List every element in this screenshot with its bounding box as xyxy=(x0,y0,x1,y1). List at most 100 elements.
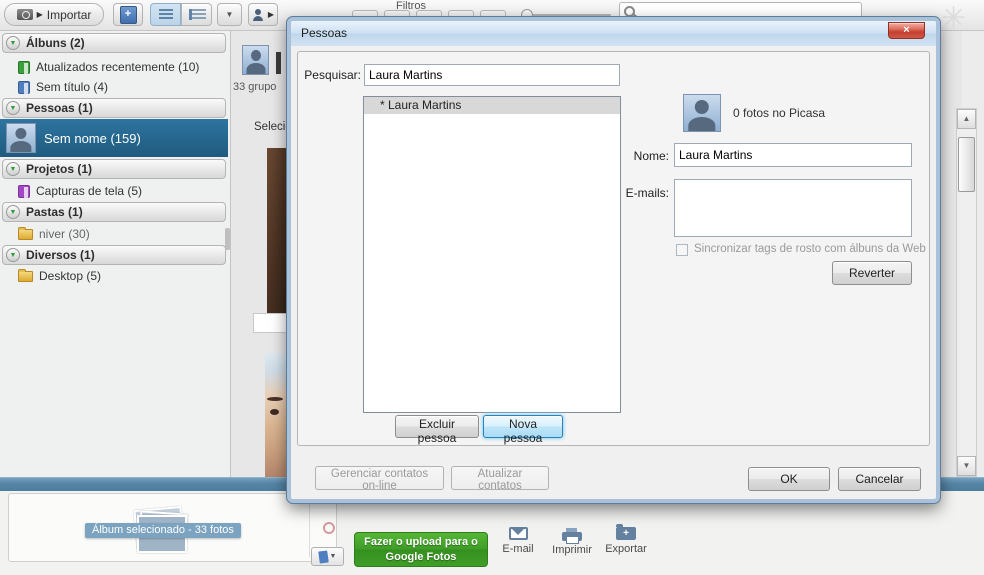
play-icon: ▶ xyxy=(36,10,43,19)
sync-checkbox-label: Sincronizar tags de rosto com álbuns da … xyxy=(694,243,926,255)
folder-icon xyxy=(18,226,33,240)
people-dialog: Pessoas × Pesquisar: * Laura Martins Exc… xyxy=(287,17,940,503)
ok-button[interactable]: OK xyxy=(748,467,830,491)
new-person-button[interactable]: Nova pessoa xyxy=(483,415,563,445)
view-tree-button[interactable] xyxy=(181,3,212,26)
person-avatar-icon xyxy=(6,123,36,153)
sidebar-header-albums[interactable]: ▼ Álbuns (2) xyxy=(2,33,226,53)
manage-contacts-button[interactable]: Gerenciar contatos on-line xyxy=(315,466,444,492)
disclosure-icon[interactable]: ▼ xyxy=(6,36,20,50)
email-label: E-mail xyxy=(502,543,534,555)
view-options-dropdown[interactable]: ▼ xyxy=(217,3,242,26)
sidebar-scrollbar-thumb[interactable] xyxy=(225,228,230,250)
revert-button[interactable]: Reverter xyxy=(832,261,912,285)
print-button[interactable]: Imprimir xyxy=(550,527,594,563)
upload-label-line2: Google Fotos xyxy=(385,550,457,563)
chevron-down-icon: ▼ xyxy=(225,10,234,19)
item-label: Desktop (5) xyxy=(39,269,102,283)
disclosure-icon[interactable]: ▼ xyxy=(6,248,20,262)
header-label: Pessoas (1) xyxy=(26,101,93,115)
delete-person-button[interactable]: Excluir pessoa xyxy=(395,415,479,445)
export-folder-icon: + xyxy=(616,524,636,540)
cancel-button[interactable]: Cancelar xyxy=(838,467,921,491)
album-icon xyxy=(317,549,329,564)
view-flat-button[interactable] xyxy=(150,3,181,26)
sidebar-item-screenshots[interactable]: Capturas de tela (5) xyxy=(2,181,226,201)
tree-list-icon xyxy=(189,9,206,20)
photo-thumbnail[interactable] xyxy=(265,353,288,477)
email-button[interactable]: E-mail xyxy=(496,527,540,563)
scrollbar-thumb[interactable] xyxy=(958,137,975,192)
sidebar-item-desktop[interactable]: Desktop (5) xyxy=(2,266,226,286)
people-list[interactable]: * Laura Martins xyxy=(363,96,621,413)
printer-icon xyxy=(562,528,582,544)
dialog-titlebar[interactable]: Pessoas × xyxy=(291,21,936,46)
person-avatar-icon xyxy=(683,94,721,132)
disclosure-icon[interactable]: ▼ xyxy=(6,162,20,176)
clear-tray-icon[interactable] xyxy=(323,522,335,534)
sync-checkbox[interactable] xyxy=(676,244,688,256)
album-icon xyxy=(18,60,30,74)
item-label: Atualizados recentemente (10) xyxy=(36,60,200,74)
album-selected-badge: Álbum selecionado - 33 fotos xyxy=(85,523,241,538)
sidebar: ▼ Álbuns (2) Atualizados recentemente (1… xyxy=(0,31,231,477)
chevron-down-icon: ▼ xyxy=(329,553,337,560)
add-to-album-button[interactable]: ▼ xyxy=(311,547,344,566)
item-label: Sem título (4) xyxy=(36,80,109,94)
dialog-title: Pessoas xyxy=(301,26,348,40)
tray-box: Álbum selecionado - 33 fotos ▼ xyxy=(8,493,344,566)
sidebar-item-untitled[interactable]: Sem título (4) xyxy=(2,77,226,97)
sidebar-item-niver[interactable]: niver (30) xyxy=(2,224,226,244)
name-label: Nome: xyxy=(633,149,669,163)
sidebar-header-projects[interactable]: ▼ Projetos (1) xyxy=(2,159,226,179)
disclosure-icon[interactable]: ▼ xyxy=(6,205,20,219)
album-icon xyxy=(18,80,30,94)
people-button[interactable]: ▶ xyxy=(248,3,278,26)
photo-thumbnail[interactable] xyxy=(267,148,288,313)
header-label: Projetos (1) xyxy=(26,162,93,176)
header-label: Álbuns (2) xyxy=(26,36,85,50)
divider xyxy=(309,500,310,557)
upload-label-line1: Fazer o upload para o xyxy=(364,535,478,548)
export-button[interactable]: + Exportar xyxy=(604,524,648,563)
main-scrollbar[interactable]: ▲ ▼ xyxy=(956,108,977,477)
sidebar-header-people[interactable]: ▼ Pessoas (1) xyxy=(2,98,226,118)
sidebar-item-recently-updated[interactable]: Atualizados recentemente (10) xyxy=(2,57,226,77)
folder-icon xyxy=(18,268,33,282)
item-label: Sem nome (159) xyxy=(44,130,141,146)
emails-textarea[interactable] xyxy=(674,179,912,237)
scroll-up-button[interactable]: ▲ xyxy=(957,109,976,129)
item-label: Capturas de tela (5) xyxy=(36,184,143,198)
import-button[interactable]: ▶ Importar xyxy=(4,3,104,26)
dialog-body: Pesquisar: * Laura Martins Excluir pesso… xyxy=(291,46,936,499)
emails-label: E-mails: xyxy=(625,186,669,200)
sidebar-header-folders[interactable]: ▼ Pastas (1) xyxy=(2,202,226,222)
add-album-button[interactable]: + xyxy=(113,3,143,26)
person-avatar-icon xyxy=(242,45,269,75)
update-contacts-button[interactable]: Atualizar contatos xyxy=(451,466,549,492)
person-search-input[interactable] xyxy=(364,64,620,86)
flat-list-icon xyxy=(158,9,173,20)
person-icon xyxy=(252,8,264,21)
email-icon xyxy=(508,527,528,540)
sidebar-item-unnamed-selected[interactable]: Sem nome (159) xyxy=(0,119,228,157)
print-label: Imprimir xyxy=(552,544,592,556)
item-label: niver (30) xyxy=(39,227,90,241)
scroll-down-button[interactable]: ▼ xyxy=(957,456,976,476)
list-item-selected[interactable]: * Laura Martins xyxy=(364,97,620,114)
header-label: Diversos (1) xyxy=(26,248,95,262)
search-label: Pesquisar: xyxy=(304,68,361,82)
photo-count-text: 0 fotos no Picasa xyxy=(733,106,826,120)
name-input[interactable] xyxy=(674,143,912,167)
photo-tray: Álbum selecionado - 33 fotos ▼ Fazer o u… xyxy=(0,491,984,575)
import-label: Importar xyxy=(46,7,92,22)
header-label: Pastas (1) xyxy=(26,205,83,219)
group-count-text: 33 grupo xyxy=(233,81,277,93)
search-icon xyxy=(624,6,635,17)
caption-input[interactable] xyxy=(253,313,288,333)
sidebar-header-misc[interactable]: ▼ Diversos (1) xyxy=(2,245,226,265)
add-album-icon: + xyxy=(119,5,137,24)
disclosure-icon[interactable]: ▼ xyxy=(6,101,20,115)
upload-google-photos-button[interactable]: Fazer o upload para o Google Fotos xyxy=(354,532,488,567)
close-button[interactable]: × xyxy=(888,22,925,39)
